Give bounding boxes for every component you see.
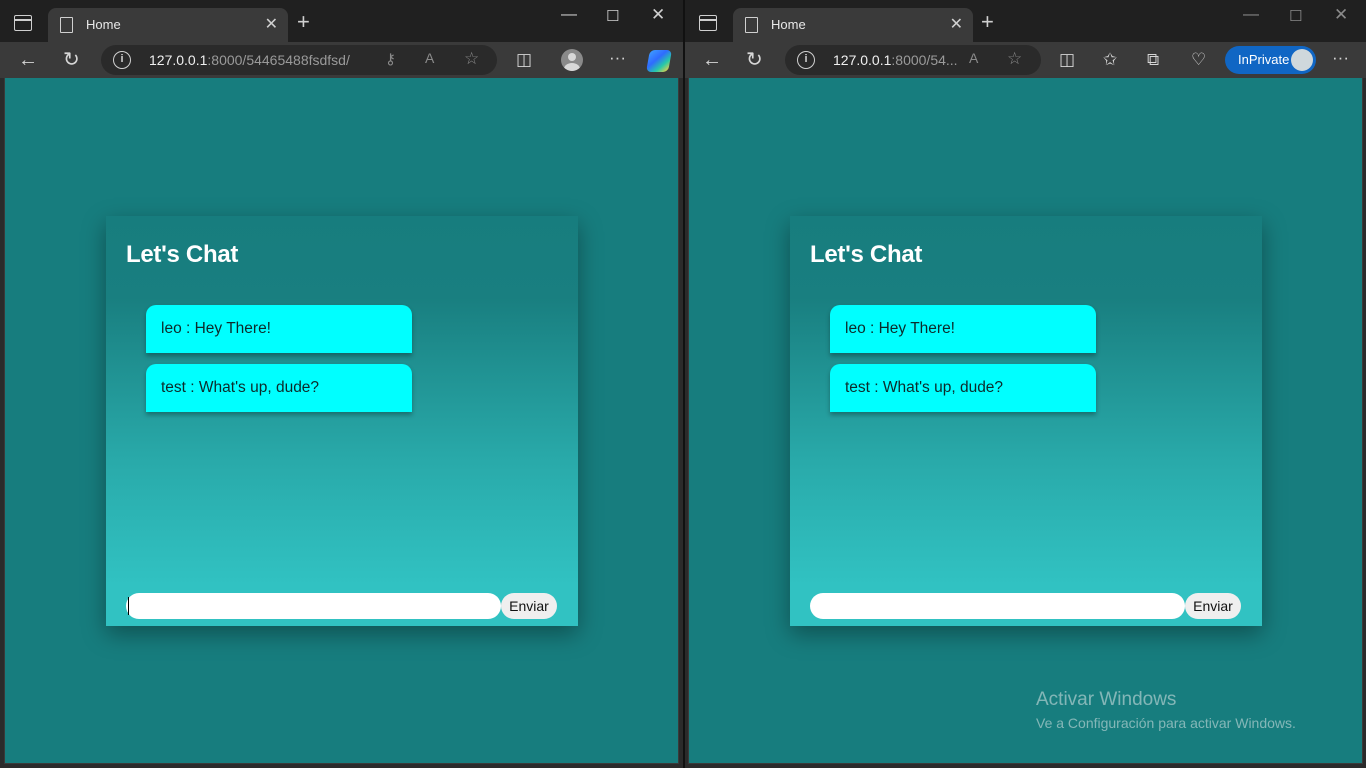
copilot-icon[interactable] (646, 50, 672, 72)
send-button[interactable]: Enviar (501, 593, 557, 619)
chat-message: test : What's up, dude? (146, 364, 412, 412)
send-button[interactable]: Enviar (1185, 593, 1241, 619)
new-tab-icon[interactable]: + (297, 11, 310, 33)
windows-activation-watermark: Activar Windows Ve a Configuración para … (1036, 689, 1296, 731)
minimize-icon[interactable]: — (561, 6, 577, 24)
favorites-icon[interactable]: ✩ (1103, 50, 1117, 70)
refresh-icon[interactable]: ↻ (746, 50, 763, 70)
chat-heading: Let's Chat (810, 241, 923, 268)
chat-panel: Let's Chat leo : Hey There! test : What'… (790, 216, 1262, 626)
watermark-title: Activar Windows (1036, 689, 1177, 710)
page-icon (745, 17, 758, 33)
browser-essentials-icon[interactable]: ♡ (1191, 50, 1206, 70)
message-input[interactable] (126, 593, 501, 619)
site-info-icon[interactable]: i (797, 51, 815, 69)
tab-actions-icon[interactable] (14, 15, 32, 31)
message-input[interactable] (810, 593, 1185, 619)
split-screen-icon[interactable]: ◫ (516, 50, 532, 70)
maximize-icon[interactable]: ☐ (606, 7, 619, 25)
back-icon[interactable]: ← (702, 50, 722, 70)
more-options-icon[interactable]: ··· (1332, 48, 1349, 68)
minimize-icon[interactable]: — (1243, 6, 1259, 24)
split-screen-icon[interactable]: ◫ (1059, 50, 1075, 70)
refresh-icon[interactable]: ↻ (63, 50, 80, 70)
address-bar[interactable]: i 127.0.0.1:8000/54465488fsdfsd/ ⚷ A ☆ (101, 45, 497, 75)
page-icon (60, 17, 73, 33)
key-icon[interactable]: ⚷ (385, 50, 396, 68)
text-caret (128, 597, 129, 615)
page-viewport: Let's Chat leo : Hey There! test : What'… (688, 78, 1363, 764)
inprivate-label: InPrivate (1238, 52, 1290, 67)
tab-bar: Home ✕ + — ☐ ✕ (685, 0, 1366, 42)
maximize-icon[interactable]: ☐ (1289, 7, 1302, 25)
tab-home[interactable]: Home ✕ (48, 8, 288, 42)
close-window-icon[interactable]: ✕ (1334, 5, 1348, 25)
tab-actions-icon[interactable] (699, 15, 717, 31)
tab-bar: Home ✕ + — ☐ ✕ (0, 0, 683, 42)
site-info-icon[interactable]: i (113, 51, 131, 69)
page-viewport: Let's Chat leo : Hey There! test : What'… (4, 78, 679, 764)
close-tab-icon[interactable]: ✕ (265, 14, 278, 34)
close-window-icon[interactable]: ✕ (651, 5, 665, 25)
favorite-star-icon[interactable]: ☆ (1007, 49, 1022, 69)
url-text: 127.0.0.1:8000/54... (833, 52, 958, 68)
chat-message: test : What's up, dude? (830, 364, 1096, 412)
tab-title: Home (86, 17, 121, 32)
new-tab-icon[interactable]: + (981, 11, 994, 33)
collections-icon[interactable]: ⧉ (1147, 50, 1159, 70)
url-text: 127.0.0.1:8000/54465488fsdfsd/ (149, 52, 350, 68)
toolbar: ← ↻ i 127.0.0.1:8000/54... A ☆ ◫ ✩ ⧉ ♡ I… (685, 42, 1366, 78)
favorite-star-icon[interactable]: ☆ (464, 49, 479, 69)
read-aloud-icon[interactable]: A (969, 50, 978, 66)
chat-heading: Let's Chat (126, 241, 239, 268)
toolbar: ← ↻ i 127.0.0.1:8000/54465488fsdfsd/ ⚷ A… (0, 42, 683, 78)
profile-avatar[interactable] (561, 49, 583, 71)
browser-window-right: Home ✕ + — ☐ ✕ ← ↻ i 127.0.0.1:8000/54..… (685, 0, 1366, 768)
chat-message: leo : Hey There! (830, 305, 1096, 353)
chat-panel: Let's Chat leo : Hey There! test : What'… (106, 216, 578, 626)
chat-message: leo : Hey There! (146, 305, 412, 353)
watermark-subtitle: Ve a Configuración para activar Windows. (1036, 715, 1296, 731)
inprivate-badge[interactable]: InPrivate (1225, 46, 1316, 74)
browser-window-left: Home ✕ + — ☐ ✕ ← ↻ i 127.0.0.1:8000/5446… (0, 0, 683, 768)
more-options-icon[interactable]: ··· (609, 48, 626, 68)
inprivate-avatar (1291, 49, 1313, 71)
tab-title: Home (771, 17, 806, 32)
read-aloud-icon[interactable]: A (425, 50, 434, 66)
desktop: Home ✕ + — ☐ ✕ ← ↻ i 127.0.0.1:8000/5446… (0, 0, 1366, 768)
close-tab-icon[interactable]: ✕ (950, 14, 963, 34)
back-icon[interactable]: ← (18, 50, 38, 70)
tab-home[interactable]: Home ✕ (733, 8, 973, 42)
address-bar[interactable]: i 127.0.0.1:8000/54... A ☆ (785, 45, 1041, 75)
